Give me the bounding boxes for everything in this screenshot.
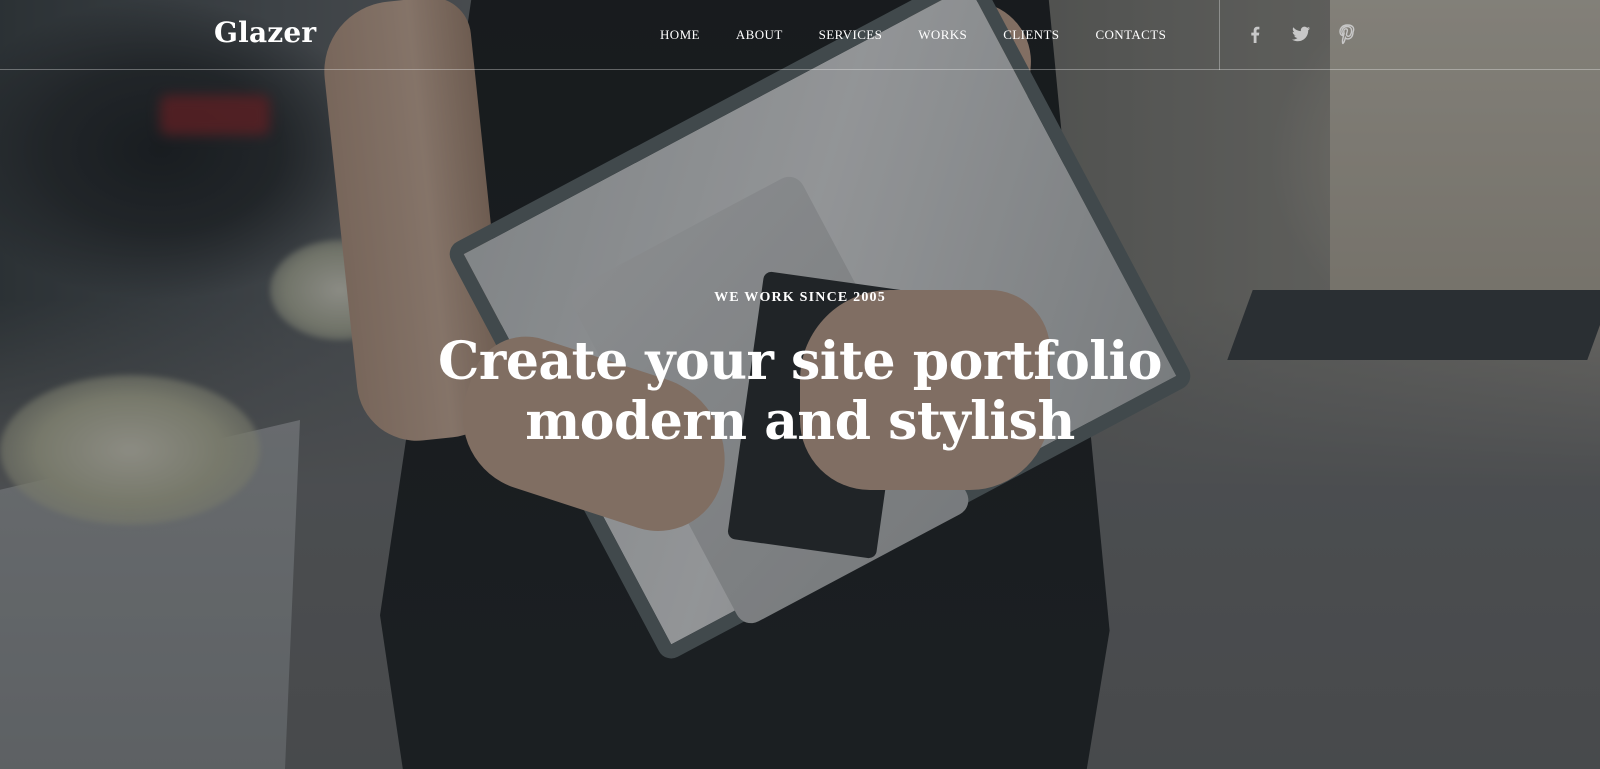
hero-eyebrow: WE WORK SINCE 2005: [714, 290, 886, 305]
facebook-icon[interactable]: [1243, 22, 1267, 46]
nav-works[interactable]: WORKS: [918, 26, 967, 44]
hero-headline-line-1: Create your site portfolio: [438, 331, 1162, 392]
header-divider: [1219, 0, 1220, 70]
hero-headline-line-2: modern and stylish: [525, 391, 1075, 452]
twitter-icon[interactable]: [1289, 22, 1313, 46]
hero: WE WORK SINCE 2005 Create your site port…: [0, 290, 1600, 452]
social-links: [1243, 22, 1359, 46]
nav-clients[interactable]: CLIENTS: [1003, 26, 1059, 44]
hero-headline: Create your site portfolio modern and st…: [0, 332, 1600, 452]
nav-contacts[interactable]: CONTACTS: [1095, 26, 1166, 44]
main-nav: HOME ABOUT SERVICES WORKS CLIENTS CONTAC…: [660, 26, 1202, 44]
page: Glazer HOME ABOUT SERVICES WORKS CLIENTS…: [0, 0, 1600, 769]
logo[interactable]: Glazer: [214, 16, 316, 49]
nav-home[interactable]: HOME: [660, 26, 700, 44]
nav-services[interactable]: SERVICES: [819, 26, 883, 44]
pinterest-icon[interactable]: [1335, 22, 1359, 46]
site-header: Glazer HOME ABOUT SERVICES WORKS CLIENTS…: [0, 0, 1600, 70]
nav-about[interactable]: ABOUT: [736, 26, 783, 44]
